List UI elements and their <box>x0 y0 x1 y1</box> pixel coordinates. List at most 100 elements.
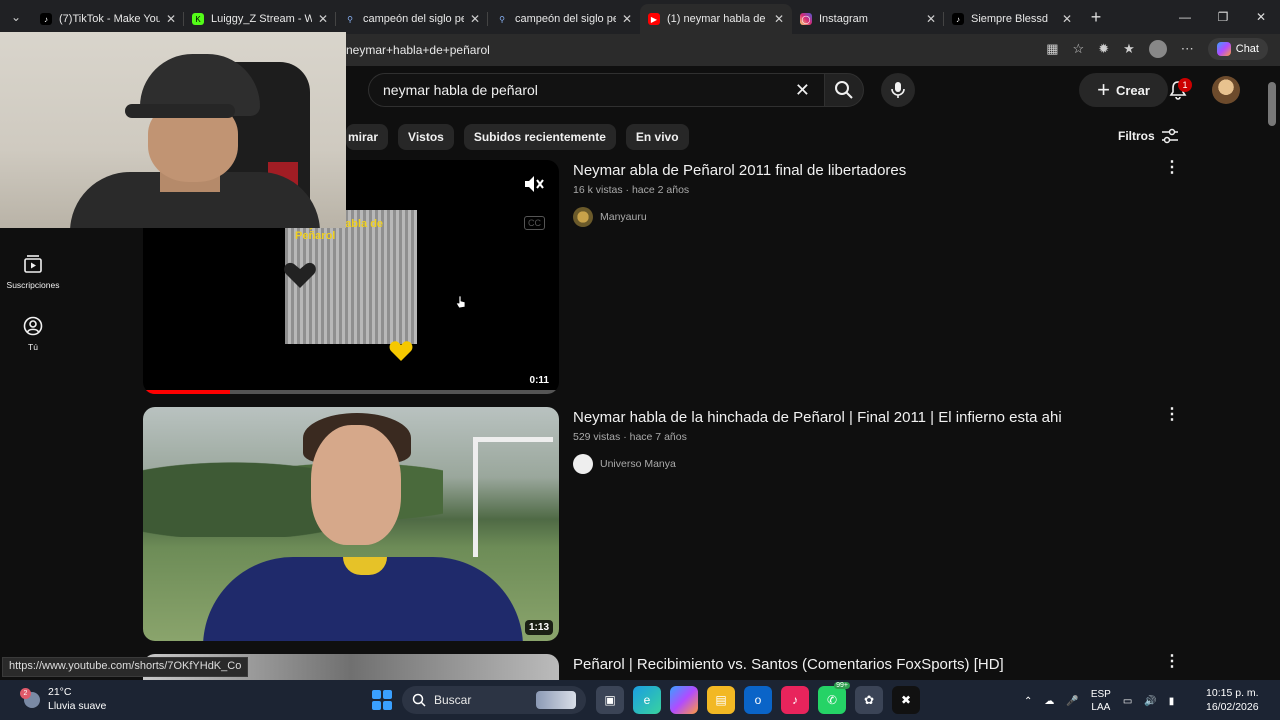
chip-mirar[interactable]: mirar <box>346 124 389 150</box>
network-icon[interactable]: ▭ <box>1123 696 1132 707</box>
whatsapp-icon[interactable]: ✆ 99+ <box>818 682 850 714</box>
video-title[interactable]: Neymar habla de la hinchada de Peñarol |… <box>573 409 1062 426</box>
weather-widget[interactable]: 2 21°C Lluvia suave <box>20 686 107 713</box>
edge-browser-icon[interactable]: e <box>633 686 661 714</box>
channel-avatar <box>573 454 593 474</box>
search-button[interactable] <box>824 73 864 107</box>
app-available-icon[interactable]: ▦ <box>1046 41 1058 57</box>
close-tab-icon[interactable]: ✕ <box>318 12 328 26</box>
tiktok-icon: ♪ <box>40 13 52 25</box>
scrollbar-thumb[interactable] <box>1268 82 1276 126</box>
voice-search-button[interactable] <box>881 73 915 107</box>
more-actions-kebab-icon[interactable]: ⋮ <box>1164 407 1180 423</box>
chip-en-vivo[interactable]: En vivo <box>625 124 689 150</box>
guide-item-you[interactable]: Tú <box>0 316 66 352</box>
clear-search-icon[interactable]: ✕ <box>795 80 810 101</box>
preview-clip-image: Neymar habla de Peñarol <box>284 210 417 344</box>
file-explorer-icon[interactable]: ▤ <box>707 686 735 714</box>
video-channel[interactable]: Manyauru <box>573 207 647 227</box>
plus-icon: + <box>1097 77 1110 102</box>
close-tab-icon[interactable]: ✕ <box>622 12 632 26</box>
create-label: Crear <box>1115 82 1150 98</box>
close-tab-icon[interactable]: ✕ <box>166 12 176 26</box>
outlook-icon[interactable]: o <box>744 686 772 714</box>
search-filter-chips: mirar Vistos Subidos recientemente En vi… <box>346 124 689 150</box>
minimize-icon[interactable]: — <box>1166 0 1204 34</box>
close-tab-icon[interactable]: ✕ <box>926 12 936 26</box>
page-scrollbar[interactable] <box>1266 68 1280 678</box>
favorites-icon[interactable]: ★ <box>1123 41 1135 57</box>
instagram-icon: ◯ <box>800 13 812 25</box>
volume-icon[interactable]: 🔊 <box>1144 696 1156 707</box>
create-button[interactable]: + Crear <box>1079 73 1168 107</box>
task-view-icon[interactable]: ▣ <box>596 686 624 714</box>
guide-label: Tú <box>28 342 38 352</box>
browser-tab-search-1[interactable]: ⚲ campeón del siglo peña ✕ <box>336 4 488 34</box>
guide-item-subscriptions[interactable]: Suscripciones <box>0 254 66 290</box>
chip-subidos-recientemente[interactable]: Subidos recientemente <box>463 124 616 150</box>
copilot-chat-button[interactable]: Chat <box>1207 38 1268 60</box>
more-actions-kebab-icon[interactable]: ⋮ <box>1164 160 1180 176</box>
tab-title: (7)TikTok - Make Your D <box>59 13 160 25</box>
onedrive-cloud-icon[interactable]: ☁ <box>1044 696 1054 707</box>
taskbar-clock[interactable]: 10:15 p. m. 16/02/2026 <box>1206 687 1259 714</box>
extensions-icon[interactable]: ✹ <box>1098 41 1109 57</box>
chip-vistos[interactable]: Vistos <box>398 124 454 150</box>
input-language[interactable]: ESP LAA <box>1091 688 1111 714</box>
muted-speaker-icon[interactable] <box>523 174 545 194</box>
video-duration: 0:11 <box>525 373 553 388</box>
capcut-icon[interactable]: ✖ <box>892 686 920 714</box>
close-tab-icon[interactable]: ✕ <box>774 12 784 26</box>
show-hidden-icons-chevron-icon[interactable]: ⌃ <box>1024 696 1032 707</box>
microphone-icon[interactable]: 🎤 <box>1066 696 1078 707</box>
more-options-icon[interactable]: ⋯ <box>1181 41 1194 57</box>
weather-desc: Lluvia suave <box>48 699 107 712</box>
copilot-app-icon[interactable] <box>670 686 698 714</box>
more-actions-kebab-icon[interactable]: ⋮ <box>1164 654 1180 670</box>
video-channel[interactable]: Universo Manya <box>573 454 676 474</box>
video-title[interactable]: Peñarol | Recibimiento vs. Santos (Comen… <box>573 656 1004 673</box>
browser-profile-icon[interactable] <box>1148 40 1167 58</box>
lang-secondary: LAA <box>1091 702 1111 713</box>
video-duration: 1:13 <box>524 620 553 635</box>
search-icon <box>835 81 853 99</box>
video-age: hace 7 años <box>629 431 687 443</box>
browser-tab-kick[interactable]: K Luiggy_Z Stream - Watc ✕ <box>184 4 336 34</box>
copilot-icon <box>1216 42 1231 56</box>
windows-start-icon[interactable] <box>372 690 392 710</box>
taskbar-search-label: Buscar <box>434 693 472 707</box>
browser-tab-search-2[interactable]: ⚲ campeón del siglo peñ ✕ <box>488 4 640 34</box>
video-title[interactable]: Neymar abla de Peñarol 2011 final de lib… <box>573 162 906 179</box>
close-tab-icon[interactable]: ✕ <box>470 12 480 26</box>
black-heart-icon <box>284 262 316 288</box>
tiktok-app-icon[interactable]: ♪ <box>781 686 809 714</box>
tab-actions-chevron-icon[interactable]: ⌄ <box>0 0 32 34</box>
search-highlight-image <box>536 691 576 709</box>
preview-progress-bar[interactable] <box>143 390 559 394</box>
url-text[interactable]: neymar+habla+de+peñarol <box>346 43 490 57</box>
browser-tab-tiktok-2[interactable]: ♪ Siempre Blessd ✕ <box>944 4 1080 34</box>
filters-button[interactable]: Filtros <box>1118 128 1179 144</box>
browser-tab-tiktok[interactable]: ♪ (7)TikTok - Make Your D ✕ <box>32 4 184 34</box>
subscriptions-icon <box>24 255 42 273</box>
tab-title: (1) neymar habla de pe <box>667 13 768 25</box>
search-input[interactable]: neymar habla de peñarol ✕ <box>368 73 824 107</box>
taskbar-search[interactable]: Buscar <box>402 686 586 714</box>
browser-tab-youtube[interactable]: ▶ (1) neymar habla de pe ✕ <box>640 4 792 34</box>
closed-captions-icon[interactable]: CC <box>524 216 545 230</box>
taskbar-apps: ▣ e ▤ o ♪ ✆ 99+ ✿ ✖ <box>596 682 920 714</box>
video-views: 529 vistas <box>573 431 621 443</box>
restore-icon[interactable]: ❐ <box>1204 0 1242 34</box>
webcam-overlay <box>0 32 346 228</box>
battery-icon[interactable]: ▮ <box>1169 696 1175 707</box>
favorite-star-icon[interactable]: ☆ <box>1073 41 1085 57</box>
account-avatar[interactable] <box>1212 76 1240 104</box>
close-tab-icon[interactable]: ✕ <box>1062 12 1072 26</box>
tab-title: Luiggy_Z Stream - Watc <box>211 13 312 25</box>
browser-tab-instagram[interactable]: ◯ Instagram ✕ <box>792 4 944 34</box>
video-thumbnail[interactable]: 1:13 <box>143 407 559 641</box>
notification-count-badge: 1 <box>1178 78 1192 92</box>
close-window-icon[interactable]: ✕ <box>1242 0 1280 34</box>
chatgpt-icon[interactable]: ✿ <box>855 686 883 714</box>
new-tab-plus-icon[interactable]: + <box>1080 7 1112 28</box>
